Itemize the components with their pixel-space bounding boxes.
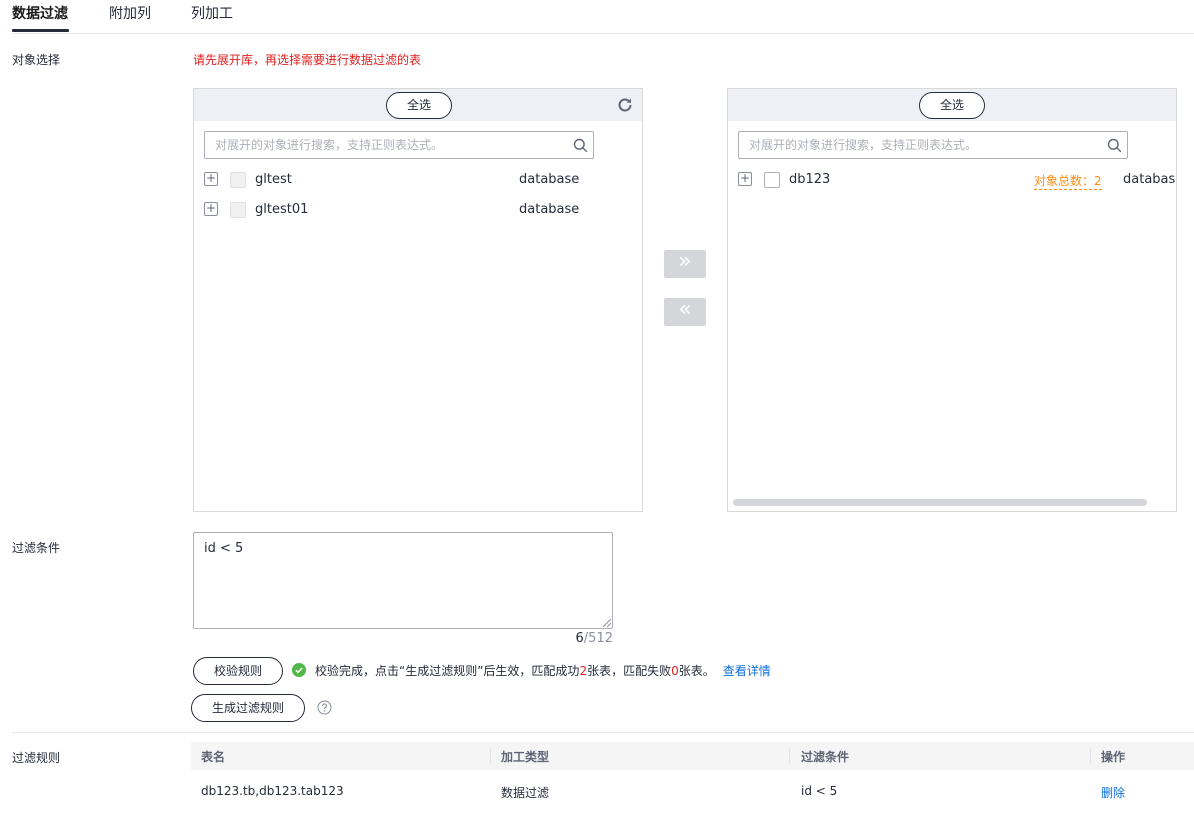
object-count-link[interactable]: 对象总数：2 (1034, 172, 1102, 190)
move-left-button[interactable]: « (664, 298, 706, 326)
fail-count: 0 (671, 664, 679, 678)
char-max: /512 (583, 631, 613, 646)
target-object-panel: 全选 + db123 对象总数：2 database (727, 88, 1177, 512)
status-text-1: 校验完成，点击“生成过滤规则”后生效，匹配成功 (315, 664, 580, 678)
tab-column-processing[interactable]: 列加工 (191, 4, 233, 24)
column-header-process-type: 加工类型 (501, 750, 550, 764)
search-icon[interactable] (1107, 138, 1122, 153)
target-panel-header: 全选 (728, 89, 1176, 121)
help-icon[interactable] (317, 700, 332, 715)
tree-item-gltest: + gltest database (204, 170, 642, 190)
item-name: gltest (255, 172, 292, 187)
expand-icon[interactable]: + (204, 172, 218, 186)
refresh-icon[interactable] (616, 96, 634, 114)
target-search-input[interactable] (738, 131, 1128, 159)
status-text-3: 张表。 (678, 664, 715, 678)
column-header-filter-condition: 过滤条件 (801, 750, 850, 764)
char-count: 6 (575, 631, 584, 646)
success-check-icon (292, 663, 306, 677)
tree-item-gltest01: + gltest01 database (204, 200, 642, 220)
validate-rule-button[interactable]: 校验规则 (193, 657, 283, 685)
horizontal-scrollbar[interactable] (733, 499, 1147, 506)
item-name: db123 (789, 172, 831, 187)
char-counter: 6/512 (560, 631, 613, 646)
filter-condition-label: 过滤条件 (12, 541, 61, 555)
move-right-button[interactable]: » (664, 250, 706, 278)
column-header-action: 操作 (1101, 750, 1126, 764)
item-checkbox[interactable] (764, 172, 780, 188)
object-select-label: 对象选择 (12, 53, 61, 67)
generate-filter-rule-button[interactable]: 生成过滤规则 (191, 694, 305, 722)
cell-process-type: 数据过滤 (501, 786, 550, 800)
source-select-all-button[interactable]: 全选 (386, 92, 452, 119)
column-separator (1090, 749, 1091, 763)
item-type: database (1123, 172, 1176, 187)
view-details-link[interactable]: 查看详情 (723, 664, 771, 678)
cell-table-name: db123.tb,db123.tab123 (201, 784, 344, 798)
tabs-divider (12, 33, 1194, 34)
source-object-panel: 全选 + gltest database + gltest01 database (193, 88, 643, 512)
source-search-input[interactable] (204, 131, 594, 159)
status-text-2: 张表，匹配失败 (587, 664, 672, 678)
search-icon[interactable] (573, 138, 588, 153)
cell-filter-condition: id < 5 (801, 784, 838, 798)
item-name: gltest01 (255, 202, 309, 217)
expand-icon[interactable]: + (738, 172, 752, 186)
success-count: 2 (579, 664, 588, 678)
active-tab-indicator (12, 29, 69, 32)
column-separator (490, 749, 491, 763)
rules-table-header: 表名 加工类型 过滤条件 操作 (191, 742, 1194, 770)
item-checkbox[interactable] (230, 202, 246, 218)
object-select-hint: 请先展开库，再选择需要进行数据过滤的表 (193, 53, 422, 67)
section-divider (12, 732, 1194, 733)
validation-status: 校验完成，点击“生成过滤规则”后生效，匹配成功2张表，匹配失败0张表。 查看详情 (315, 662, 771, 679)
item-checkbox[interactable] (230, 172, 246, 188)
filter-condition-input[interactable]: id < 5 (193, 532, 613, 629)
source-panel-header: 全选 (194, 89, 642, 121)
resize-grip-icon[interactable] (603, 619, 611, 627)
column-separator (789, 749, 790, 763)
item-type: database (519, 172, 580, 187)
filter-rules-label: 过滤规则 (12, 751, 61, 765)
item-type: database (519, 202, 580, 217)
delete-rule-link[interactable]: 删除 (1101, 784, 1125, 801)
tree-item-db123: + db123 对象总数：2 database (738, 170, 1176, 190)
expand-icon[interactable]: + (204, 202, 218, 216)
column-header-table-name: 表名 (201, 750, 226, 764)
tab-extra-columns[interactable]: 附加列 (109, 4, 151, 24)
tab-data-filter[interactable]: 数据过滤 (12, 4, 68, 24)
target-select-all-button[interactable]: 全选 (919, 92, 985, 119)
